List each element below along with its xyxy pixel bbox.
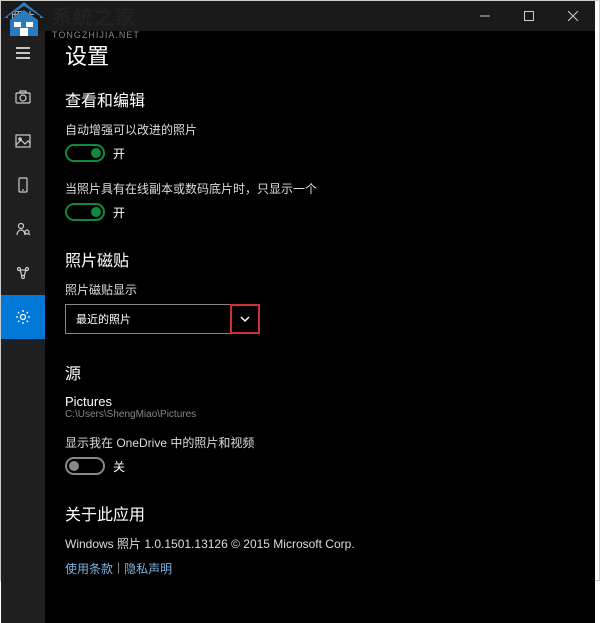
- titlebar: 照片: [1, 1, 595, 31]
- toggle-state-text: 关: [113, 458, 125, 475]
- person-search-icon[interactable]: [1, 207, 45, 251]
- close-button[interactable]: [551, 1, 595, 31]
- toggle-state-text: 开: [113, 145, 125, 162]
- onedrive-label: 显示我在 OneDrive 中的照片和视频: [65, 434, 575, 451]
- section-about-title: 关于此应用: [65, 501, 575, 525]
- settings-icon[interactable]: [1, 295, 45, 339]
- dup-photos-label: 当照片具有在线副本或数码底片时，只显示一个: [65, 180, 575, 197]
- onedrive-toggle[interactable]: 关: [65, 457, 575, 475]
- image-icon[interactable]: [1, 119, 45, 163]
- toggle-off-icon: [65, 457, 105, 475]
- chevron-down-icon[interactable]: [230, 304, 260, 334]
- camera-icon[interactable]: [1, 75, 45, 119]
- tile-dropdown[interactable]: 最近的照片: [65, 304, 231, 334]
- dup-photos-toggle[interactable]: 开: [65, 203, 575, 221]
- minimize-button[interactable]: [463, 1, 507, 31]
- settings-content[interactable]: 设置 查看和编辑 自动增强可以改进的照片 开 当照片具有在线副本或数码底片时，只…: [45, 31, 595, 623]
- maximize-button[interactable]: [507, 1, 551, 31]
- window-title: 照片: [11, 8, 35, 25]
- tile-dropdown-label: 照片磁贴显示: [65, 281, 575, 298]
- toggle-on-icon: [65, 203, 105, 221]
- link-separator: |: [117, 560, 120, 577]
- about-version: Windows 照片 1.0.1501.13126 © 2015 Microso…: [65, 535, 575, 552]
- page-title: 设置: [65, 39, 575, 71]
- auto-enhance-label: 自动增强可以改进的照片: [65, 121, 575, 138]
- auto-enhance-toggle[interactable]: 开: [65, 144, 575, 162]
- toggle-on-icon: [65, 144, 105, 162]
- sidebar: [1, 31, 45, 623]
- app-window: 照片: [1, 1, 595, 576]
- privacy-link[interactable]: 隐私声明: [124, 560, 172, 577]
- toggle-state-text: 开: [113, 204, 125, 221]
- section-view-edit-title: 查看和编辑: [65, 87, 575, 111]
- window-controls: [463, 1, 595, 31]
- graph-icon[interactable]: [1, 251, 45, 295]
- folder-title[interactable]: Pictures: [65, 394, 575, 409]
- hamburger-menu-button[interactable]: [1, 31, 45, 75]
- tile-dropdown-value: 最近的照片: [76, 311, 131, 327]
- folder-path: C:\Users\ShengMiao\Pictures: [65, 409, 575, 420]
- section-sources-title: 源: [65, 360, 575, 384]
- terms-link[interactable]: 使用条款: [65, 560, 113, 577]
- section-tile-title: 照片磁贴: [65, 247, 575, 271]
- phone-icon[interactable]: [1, 163, 45, 207]
